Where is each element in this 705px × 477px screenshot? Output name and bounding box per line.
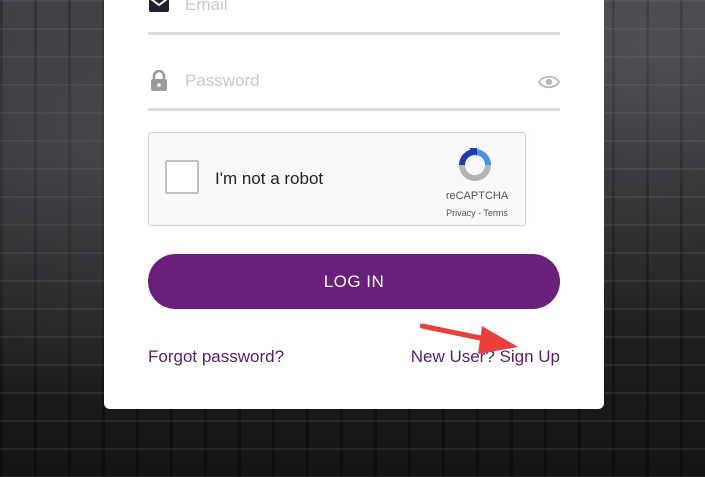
forgot-password-link[interactable]: Forgot password? (148, 347, 284, 367)
eye-icon[interactable] (538, 74, 560, 90)
recaptcha-privacy-terms[interactable]: Privacy - Terms (417, 208, 537, 218)
recaptcha-widget: I'm not a robot reCAPTCHA Privacy - Term… (148, 132, 526, 226)
recaptcha-label: I'm not a robot (215, 169, 324, 188)
lock-icon (151, 70, 167, 91)
envelope-icon (149, 0, 169, 12)
recaptcha-checkbox[interactable] (165, 160, 199, 194)
login-button[interactable]: LOG IN (148, 254, 560, 309)
password-field[interactable]: Password (148, 64, 560, 111)
login-card: Email Password I'm not a robot reCAPTCHA… (104, 0, 604, 409)
recaptcha-brand: reCAPTCHA (445, 190, 509, 202)
email-placeholder: Email (185, 0, 228, 14)
red-arrow-icon (420, 323, 518, 354)
password-placeholder: Password (185, 71, 260, 90)
recaptcha-logo-icon (459, 148, 491, 181)
email-field[interactable]: Email (148, 0, 560, 35)
